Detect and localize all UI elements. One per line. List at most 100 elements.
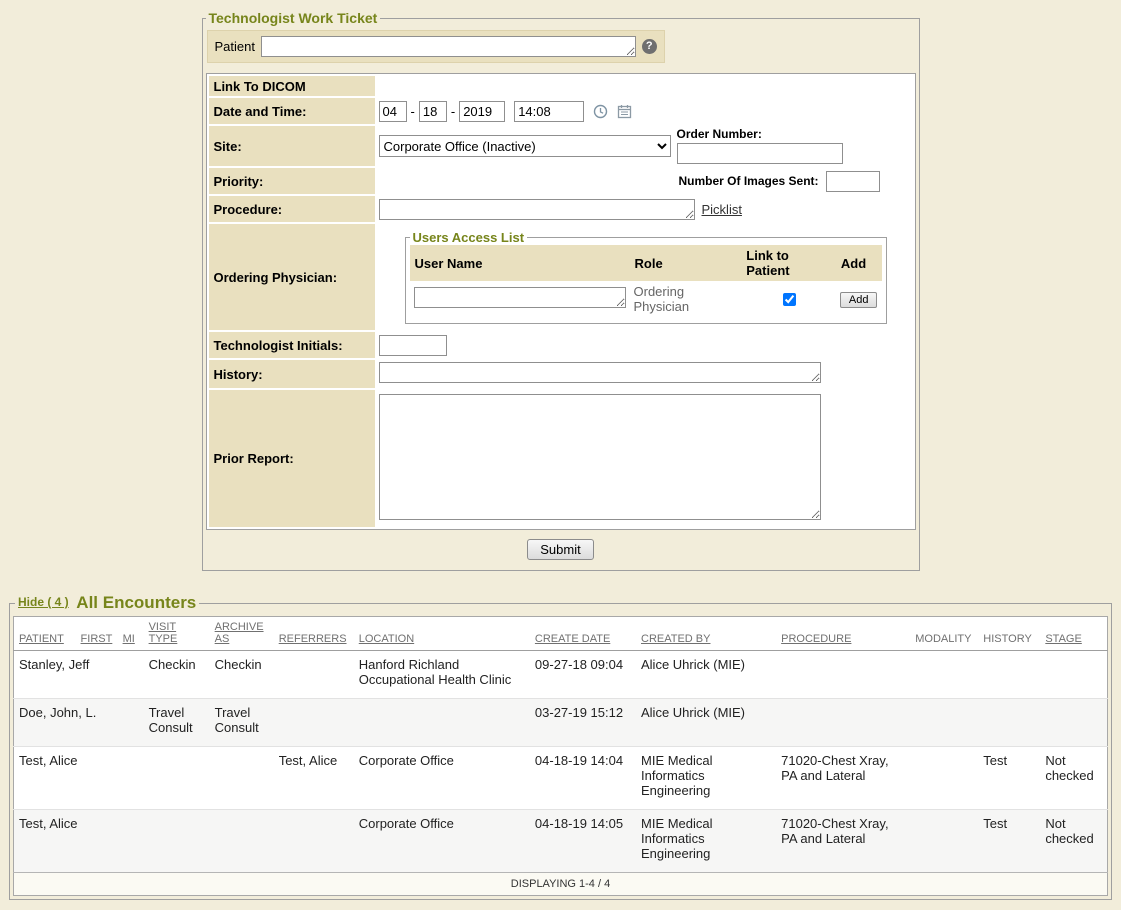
column-header-user-name: User Name <box>410 245 630 281</box>
encounter-cell <box>118 810 144 873</box>
column-header-first[interactable]: FIRST <box>76 617 118 651</box>
priority-label: Priority: <box>209 168 375 194</box>
order-number-input[interactable] <box>677 143 843 164</box>
images-sent-label: Number Of Images Sent: <box>679 174 819 188</box>
encounter-cell: Stanley, Jeff <box>14 651 76 699</box>
link-to-patient-checkbox[interactable] <box>783 293 796 306</box>
encounter-cell: Travel Consult <box>210 699 274 747</box>
history-input[interactable] <box>379 362 821 383</box>
column-header-stage[interactable]: STAGE <box>1040 617 1107 651</box>
encounter-cell: MIE Medical Informatics Engineering <box>636 747 776 810</box>
link-to-dicom-value <box>377 76 913 96</box>
encounter-cell <box>910 651 978 699</box>
ordering-physician-label: Ordering Physician: <box>209 224 375 330</box>
date-month-input[interactable] <box>379 101 407 122</box>
encounter-cell <box>274 810 354 873</box>
encounter-cell <box>1040 651 1107 699</box>
encounter-cell <box>776 651 910 699</box>
encounter-row[interactable]: Doe, John, L. Travel ConsultTravel Consul… <box>14 699 1108 747</box>
date-separator: - <box>411 104 415 119</box>
encounter-cell <box>776 699 910 747</box>
encounter-cell: Checkin <box>210 651 274 699</box>
encounter-row[interactable]: Stanley, JeffCheckinCheckinHanford Richl… <box>14 651 1108 699</box>
displaying-count: DISPLAYING 1-4 / 4 <box>14 873 1108 896</box>
patient-input[interactable] <box>261 36 636 57</box>
encounter-cell: Test, Alice <box>274 747 354 810</box>
link-to-dicom-label: Link To DICOM <box>209 76 375 96</box>
encounter-cell: Test <box>978 810 1040 873</box>
encounter-cell: Test <box>978 747 1040 810</box>
column-header-procedure[interactable]: PROCEDURE <box>776 617 910 651</box>
encounter-cell: 71020-Chest Xray, PA and Lateral <box>776 810 910 873</box>
encounter-cell <box>1040 699 1107 747</box>
encounter-cell: Test, Alice <box>14 747 76 810</box>
encounter-row[interactable]: Test, AliceCorporate Office04-18-19 14:0… <box>14 810 1108 873</box>
technologist-initials-label: Technologist Initials: <box>209 332 375 358</box>
site-select[interactable]: Corporate Office (Inactive) <box>379 135 671 157</box>
page: Technologist Work Ticket Patient ? Link … <box>0 10 1121 900</box>
encounter-cell: Corporate Office <box>354 810 530 873</box>
time-input[interactable] <box>514 101 584 122</box>
encounter-cell: 03-27-19 15:12 <box>530 699 636 747</box>
calendar-icon[interactable] <box>617 104 632 119</box>
add-user-button[interactable]: Add <box>840 292 878 308</box>
date-separator: - <box>451 104 455 119</box>
encounter-cell <box>76 747 118 810</box>
procedure-input[interactable] <box>379 199 695 220</box>
encounter-cell <box>76 810 118 873</box>
encounter-cell: MIE Medical Informatics Engineering <box>636 810 776 873</box>
column-header-location[interactable]: LOCATION <box>354 617 530 651</box>
encounter-cell: Travel Consult <box>144 699 210 747</box>
user-name-input[interactable] <box>414 287 626 308</box>
encounter-cell: Alice Uhrick (MIE) <box>636 651 776 699</box>
encounter-cell <box>144 810 210 873</box>
encounter-cell: Not checked <box>1040 747 1107 810</box>
encounter-cell: Doe, John, L. <box>14 699 76 747</box>
work-ticket-title: Technologist Work Ticket <box>206 10 381 26</box>
encounter-cell <box>118 699 144 747</box>
column-header-created-by[interactable]: CREATED BY <box>636 617 776 651</box>
column-header-archive-as[interactable]: ARCHIVE AS <box>210 617 274 651</box>
patient-label: Patient <box>215 39 255 54</box>
date-year-input[interactable] <box>459 101 505 122</box>
encounter-cell <box>274 699 354 747</box>
submit-button[interactable]: Submit <box>527 539 593 560</box>
encounters-footer-row: DISPLAYING 1-4 / 4 <box>14 873 1108 896</box>
encounter-cell <box>118 651 144 699</box>
column-header-add: Add <box>836 245 882 281</box>
clock-icon[interactable] <box>593 104 608 119</box>
prior-report-label: Prior Report: <box>209 390 375 527</box>
column-header-referrers[interactable]: REFERRERS <box>274 617 354 651</box>
help-icon[interactable]: ? <box>642 39 657 54</box>
users-access-panel: Users Access List User Name Role Link to… <box>405 230 887 324</box>
column-header-patient[interactable]: PATIENT <box>14 617 76 651</box>
encounter-cell <box>274 651 354 699</box>
encounter-row[interactable]: Test, AliceTest, AliceCorporate Office04… <box>14 747 1108 810</box>
users-access-row: Ordering Physician Add <box>410 281 882 317</box>
technologist-initials-input[interactable] <box>379 335 447 356</box>
column-header-visit-type[interactable]: VISIT TYPE <box>144 617 210 651</box>
picklist-link[interactable]: Picklist <box>702 202 742 217</box>
encounters-title: All Encounters <box>76 593 196 612</box>
order-number-label: Order Number: <box>677 127 762 141</box>
hide-link[interactable]: Hide ( 4 ) <box>18 595 69 609</box>
role-value: Ordering Physician <box>634 284 690 314</box>
patient-row: Patient ? <box>207 30 665 63</box>
encounter-cell <box>910 810 978 873</box>
work-ticket-panel: Technologist Work Ticket Patient ? Link … <box>202 10 920 571</box>
encounter-cell: Alice Uhrick (MIE) <box>636 699 776 747</box>
column-header-create-date[interactable]: CREATE DATE <box>530 617 636 651</box>
encounters-panel: Hide ( 4 ) All Encounters PATIENT FIRST … <box>9 593 1112 900</box>
column-header-history: HISTORY <box>978 617 1040 651</box>
encounter-cell: Checkin <box>144 651 210 699</box>
images-sent-input[interactable] <box>826 171 880 192</box>
column-header-mi[interactable]: MI <box>118 617 144 651</box>
prior-report-input[interactable] <box>379 394 821 520</box>
site-label: Site: <box>209 126 375 166</box>
encounter-cell <box>118 747 144 810</box>
date-day-input[interactable] <box>419 101 447 122</box>
encounter-cell <box>210 747 274 810</box>
column-header-modality: MODALITY <box>910 617 978 651</box>
encounter-cell: 04-18-19 14:04 <box>530 747 636 810</box>
encounter-cell: Test, Alice <box>14 810 76 873</box>
